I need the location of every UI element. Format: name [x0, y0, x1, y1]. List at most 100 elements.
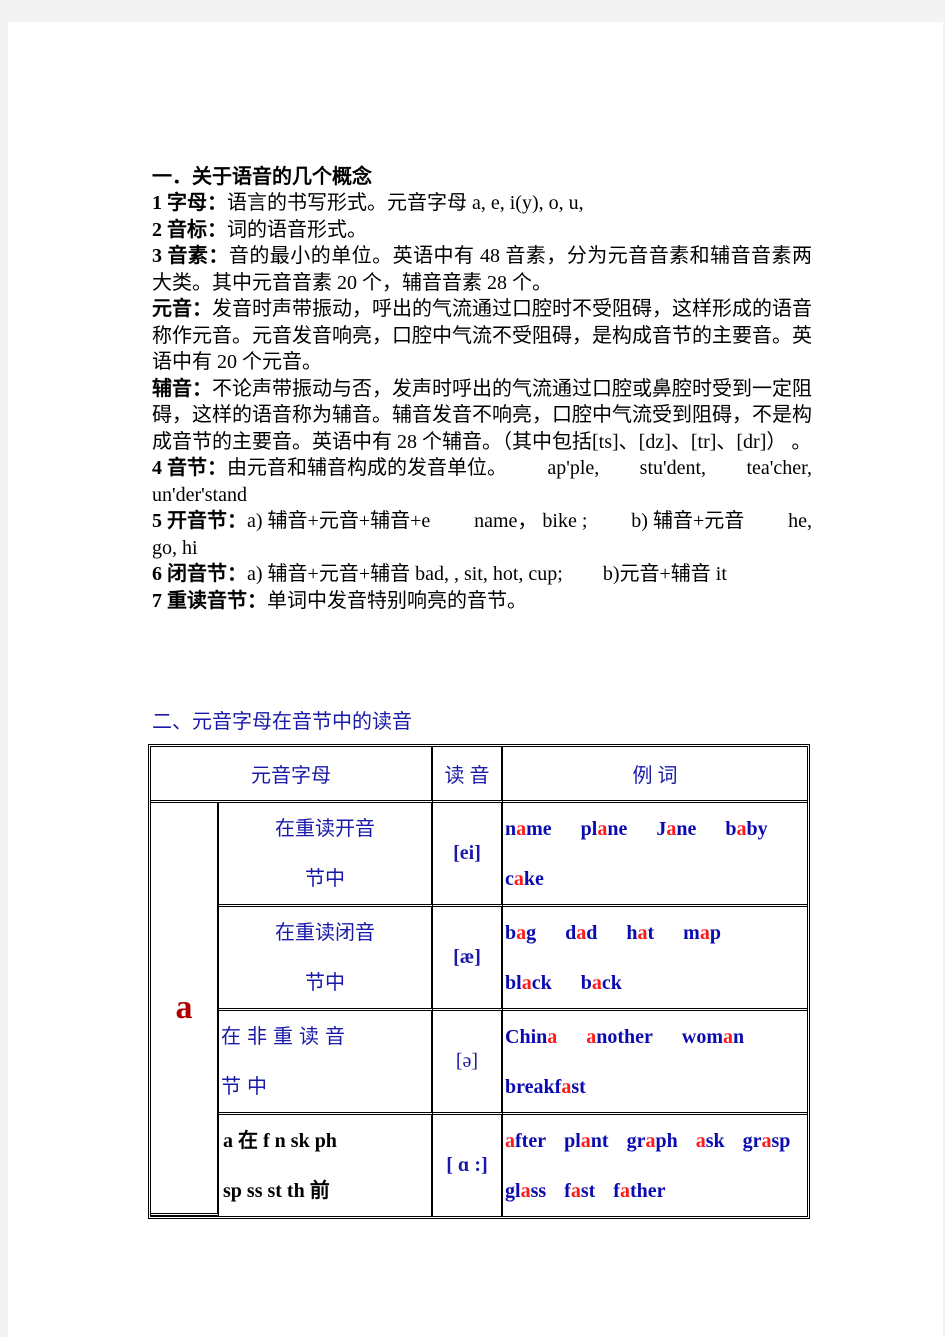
word-part: pl: [564, 1129, 581, 1152]
word-part: fter: [515, 1129, 547, 1152]
highlighted-letter: a: [576, 921, 587, 944]
word-part: nt: [590, 1129, 609, 1152]
highlighted-letter: a: [645, 1129, 656, 1152]
examples-cell: bag dad hat map black back: [503, 907, 807, 1011]
word-part: gr: [626, 1129, 646, 1152]
word-part: h: [626, 921, 638, 944]
concept-item-7: 7 重读音节：单词中发音特别响亮的音节。: [152, 588, 812, 615]
table-row: 在非重读音 节中 [ə] China another woman breakfa…: [151, 1011, 807, 1115]
word-part: breakf: [505, 1075, 562, 1098]
concept-label: 7 重读音节：: [152, 589, 267, 612]
vowel-letter: a: [151, 803, 219, 1216]
highlighted-letter: a: [637, 921, 648, 944]
word-part: bl: [505, 971, 522, 994]
header-pronunciation: 读 音: [433, 747, 503, 803]
concept-text: 词的语音形式。: [227, 218, 367, 241]
example-word: graph: [627, 1130, 678, 1152]
word-part: ne: [676, 817, 697, 840]
word-part: t: [647, 921, 655, 944]
highlighted-letter: a: [520, 1179, 531, 1202]
example-word: plane: [581, 818, 628, 840]
example-word: ask: [696, 1130, 725, 1152]
section1-title: 一．关于语音的几个概念: [152, 166, 372, 188]
highlighted-letter: a: [570, 1179, 581, 1202]
concept-label: 元音：: [152, 298, 212, 320]
concept-item-2: 2 音标：词的语音形式。: [152, 217, 812, 244]
word-part: me: [526, 817, 552, 840]
highlighted-letter: a: [736, 817, 747, 840]
examples-cell: China another woman breakfast: [503, 1011, 807, 1115]
concept-text: 不论声带振动与否，发声时呼出的气流通过口腔或鼻腔时受到一定阻碍，这样的语音称为辅…: [152, 377, 812, 453]
word-part: ph: [655, 1129, 678, 1152]
highlighted-letter: a: [521, 971, 532, 994]
concept-label: 3 音素：: [152, 245, 229, 267]
position-line: 在重读闭音: [275, 921, 375, 944]
concept-vowel: 元音：发音时声带振动，呼出的气流通过口腔时不受阻碍，这样形成的语音称作元音。元音…: [152, 296, 812, 376]
example-word: black: [505, 972, 552, 994]
section-concepts: 一．关于语音的几个概念 1 字母：语言的书写形式。元音字母 a, e, i(y)…: [152, 164, 812, 614]
example-word: baby: [725, 818, 767, 840]
highlighted-letter: a: [516, 921, 527, 944]
word-part: b: [580, 971, 592, 994]
highlighted-letter: a: [516, 817, 527, 840]
position-cell: a 在 f n sk ph sp ss st th 前: [219, 1115, 433, 1216]
section2-title: 二、元音字母在音节中的读音: [152, 711, 412, 733]
example-word: cake: [505, 868, 544, 890]
closed-syllable-b: b)元音+辅音 it: [602, 563, 727, 585]
word-part: ther: [629, 1179, 666, 1202]
table-header-row: 元音字母 读 音 例 词: [151, 747, 807, 803]
position-line: sp ss st th 前: [223, 1179, 330, 1202]
ipa-cell: [ə]: [433, 1011, 503, 1115]
position-line: a 在 f n sk ph: [223, 1129, 337, 1152]
concept-label: 6 闭音节：: [152, 563, 247, 585]
word-part: sp: [771, 1129, 791, 1152]
header-examples: 例 词: [503, 747, 807, 803]
example-word: glass: [505, 1180, 546, 1202]
concept-item-4: 4 音节：由元音和辅音构成的发音单位。 ap'ple, stu'dent, te…: [152, 455, 812, 482]
word-part: n: [505, 817, 517, 840]
highlighted-letter: a: [505, 1129, 515, 1152]
concept-text: 语言的书写形式。元音字母 a, e, i(y), o, u,: [227, 192, 584, 214]
position-cell: 在重读闭音 节中: [219, 907, 433, 1011]
highlighted-letter: a: [597, 817, 608, 840]
example-word: after: [505, 1130, 546, 1152]
word-part: ck: [601, 971, 622, 994]
concept-label: 5 开音节：: [152, 510, 247, 532]
word-part: sk: [705, 1129, 725, 1152]
open-syllable-a-examples: name， bike ;: [474, 510, 588, 532]
vowel-table: 元音字母 读 音 例 词 a 在重读开音 节中 [ei] name plane …: [148, 744, 810, 1219]
word-part: ck: [531, 971, 552, 994]
highlighted-letter: a: [723, 1025, 734, 1048]
concept-item-1: 1 字母：语言的书写形式。元音字母 a, e, i(y), o, u,: [152, 190, 812, 217]
word-part: ne: [607, 817, 628, 840]
word-part: Chin: [505, 1025, 548, 1048]
word-part: ke: [523, 867, 544, 890]
word-part: f: [564, 1179, 571, 1202]
concept-label: 4 音节：: [152, 457, 227, 479]
highlighted-letter: a: [666, 817, 677, 840]
syllable-example: stu'dent,: [639, 457, 707, 479]
concept-item-6: 6 闭音节：a) 辅音+元音+辅音 bad, , sit, hot, cup; b…: [152, 561, 812, 588]
concept-text: 单词中发音特别响亮的音节。: [267, 589, 527, 612]
open-syllable-a: a) 辅音+元音+辅音+e: [247, 510, 431, 532]
example-word: back: [581, 972, 622, 994]
ipa-cell: [ei]: [433, 803, 503, 907]
highlighted-letter: a: [547, 1025, 558, 1048]
concept-text: 发音时声带振动，呼出的气流通过口腔时不受阻碍，这样形成的语音称作元音。元音发音响…: [152, 298, 812, 373]
syllable-example: ap'ple,: [547, 457, 600, 479]
table-row: 在重读闭音 节中 [æ] bag dad hat map black back: [151, 907, 807, 1011]
table-row: a 在重读开音 节中 [ei] name plane Jane baby cak…: [151, 803, 807, 1216]
example-word: plant: [564, 1130, 608, 1152]
word-part: c: [505, 867, 514, 890]
concept-item-3: 3 音素：音的最小的单位。英语中有 48 音素，分为元音音素和辅音音素两大类。其…: [152, 243, 812, 296]
example-word: fast: [564, 1180, 595, 1202]
position-line: 节中: [221, 1075, 273, 1098]
highlighted-letter: a: [513, 867, 524, 890]
word-part: gl: [505, 1179, 521, 1202]
concept-text: 音的最小的单位。英语中有 48 音素，分为元音音素和辅音音素两大类。其中元音音素…: [152, 245, 812, 294]
word-part: st: [580, 1179, 596, 1202]
example-word: Jane: [656, 818, 696, 840]
ipa-cell: [ ɑ :]: [433, 1115, 503, 1216]
example-word: dad: [565, 922, 597, 944]
position-cell: 在非重读音 节中: [219, 1011, 433, 1115]
